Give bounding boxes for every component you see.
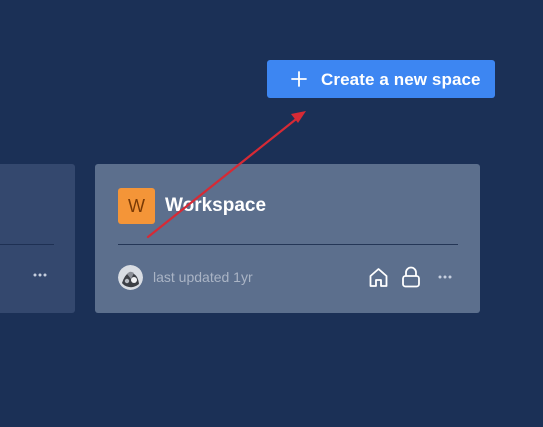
last-updated-text: last updated 1yr — [153, 269, 253, 285]
space-title[interactable]: Workspace — [165, 195, 266, 217]
ellipsis-icon[interactable] — [436, 268, 454, 286]
space-card-workspace[interactable]: W Workspace last updated 1yr — [95, 164, 480, 313]
create-space-label: Create a new space — [321, 70, 481, 89]
card-divider — [118, 244, 458, 245]
user-avatar — [118, 265, 143, 290]
plus-icon — [291, 71, 307, 87]
lock-icon[interactable] — [401, 266, 421, 288]
create-space-button[interactable]: Create a new space — [267, 60, 495, 98]
card-divider — [0, 244, 54, 245]
space-card-partial[interactable] — [0, 164, 75, 313]
workspace-icon: W — [118, 188, 155, 224]
ellipsis-icon[interactable] — [31, 266, 49, 284]
home-icon[interactable] — [368, 267, 389, 288]
